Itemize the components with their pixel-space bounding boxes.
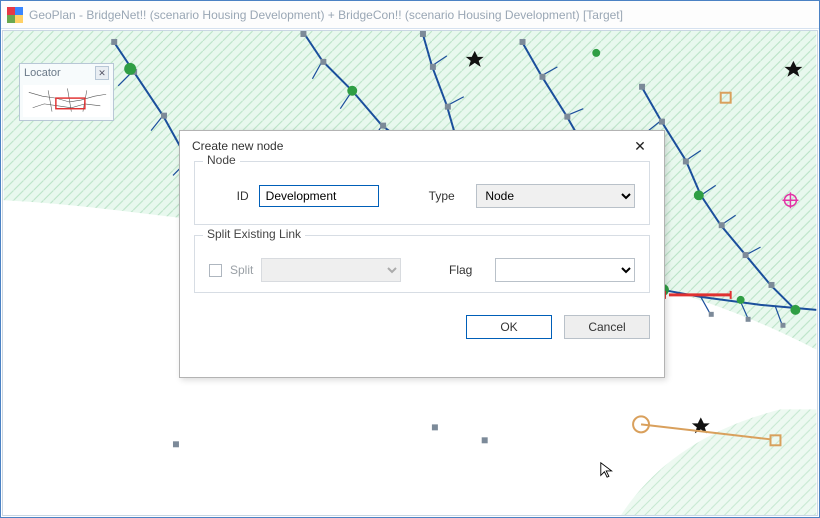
locator-panel[interactable]: Locator ✕ <box>19 63 114 121</box>
type-select[interactable]: Node <box>476 184 635 208</box>
type-label: Type <box>429 189 467 203</box>
id-label: ID <box>209 189 249 203</box>
titlebar: GeoPlan - BridgeNet!! (scenario Housing … <box>1 1 819 29</box>
locator-title: Locator <box>24 67 61 79</box>
group-node: Node ID Type Node <box>194 161 650 225</box>
split-label: Split <box>230 263 253 277</box>
dialog-close-button[interactable]: ✕ <box>626 135 654 157</box>
split-link-select <box>261 258 401 282</box>
ok-button[interactable]: OK <box>466 315 552 339</box>
locator-minimap[interactable] <box>23 85 110 117</box>
create-node-dialog: Create new node ✕ Node ID Type Node <box>179 130 665 378</box>
dialog-title: Create new node <box>192 139 283 153</box>
group-node-legend: Node <box>203 153 240 167</box>
group-split: Split Existing Link Split Flag <box>194 235 650 293</box>
dialog-titlebar[interactable]: Create new node ✕ <box>180 131 664 161</box>
locator-close-button[interactable]: ✕ <box>95 66 109 80</box>
split-checkbox[interactable] <box>209 264 222 277</box>
app-window: GeoPlan - BridgeNet!! (scenario Housing … <box>0 0 820 518</box>
cancel-button[interactable]: Cancel <box>564 315 650 339</box>
group-split-legend: Split Existing Link <box>203 227 305 241</box>
window-title: GeoPlan - BridgeNet!! (scenario Housing … <box>29 8 623 22</box>
id-input[interactable] <box>259 185 379 207</box>
flag-select[interactable] <box>495 258 635 282</box>
locator-header[interactable]: Locator ✕ <box>20 64 113 82</box>
app-icon <box>7 7 23 23</box>
flag-label: Flag <box>449 263 487 277</box>
close-icon: ✕ <box>634 138 646 155</box>
